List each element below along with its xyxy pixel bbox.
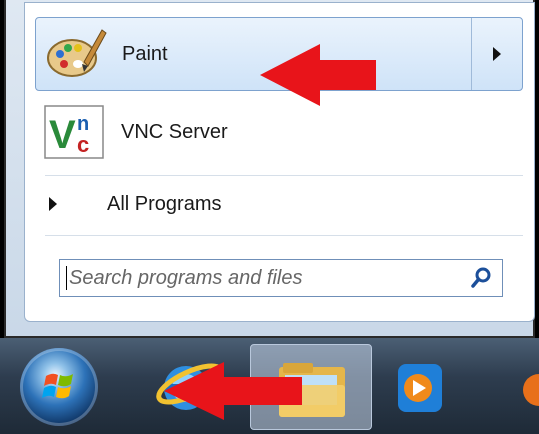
- start-item-vnc-server[interactable]: V n c VNC Server: [35, 99, 523, 165]
- search-placeholder: Search programs and files: [69, 266, 303, 289]
- all-programs-label: All Programs: [107, 192, 222, 215]
- red-arrow-annotation: [164, 362, 302, 420]
- svg-text:V: V: [49, 113, 76, 157]
- search-input[interactable]: Search programs and files: [59, 259, 503, 297]
- svg-text:c: c: [77, 132, 89, 157]
- paint-label: Paint: [122, 42, 168, 65]
- windows-start-orb-icon[interactable]: [20, 348, 98, 426]
- media-player-icon[interactable]: [392, 344, 452, 428]
- search-icon[interactable]: [466, 263, 496, 293]
- separator: [45, 175, 523, 176]
- taskbar-app-icon[interactable]: [515, 344, 539, 428]
- paint-jump-list-button[interactable]: [471, 18, 522, 90]
- red-arrow-annotation: [260, 44, 376, 106]
- chevron-right-icon: [493, 47, 501, 61]
- paint-palette-icon: [44, 24, 108, 84]
- vnc-server-label: VNC Server: [121, 120, 228, 143]
- separator: [45, 235, 523, 236]
- all-programs-button[interactable]: All Programs: [43, 183, 513, 225]
- vnc-server-icon: V n c: [43, 102, 107, 162]
- chevron-right-icon: [49, 197, 57, 211]
- text-caret: [66, 266, 67, 290]
